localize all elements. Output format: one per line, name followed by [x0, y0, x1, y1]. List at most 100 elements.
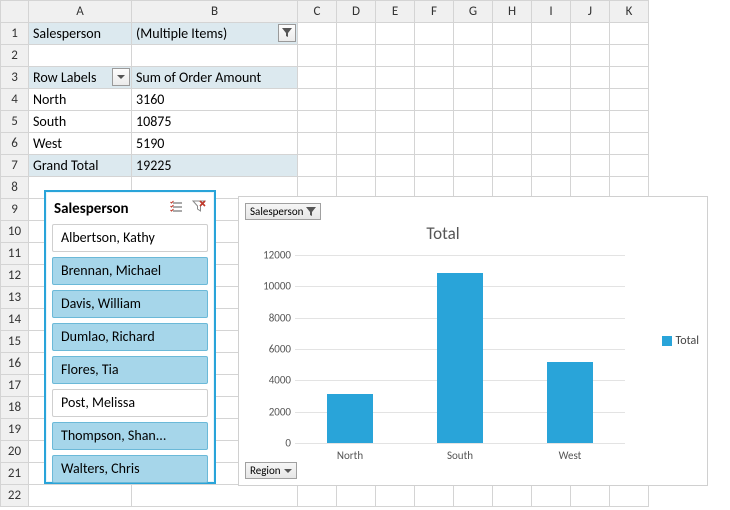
row-header-12[interactable]: 12 [1, 265, 29, 287]
cell-D2[interactable] [337, 45, 376, 67]
cell-D4[interactable] [337, 89, 376, 111]
cell-G4[interactable] [454, 89, 493, 111]
select-all-cell[interactable] [1, 1, 29, 23]
cell-H7[interactable] [493, 155, 532, 177]
row-header-13[interactable]: 13 [1, 287, 29, 309]
cell-I4[interactable] [532, 89, 571, 111]
cell-K6[interactable] [610, 133, 649, 155]
cell-F5[interactable] [415, 111, 454, 133]
cell-F6[interactable] [415, 133, 454, 155]
clear-filter-icon[interactable] [192, 200, 206, 218]
cell-A2[interactable] [29, 45, 132, 67]
cell-G5[interactable] [454, 111, 493, 133]
cell-C6[interactable] [298, 133, 337, 155]
slicer-salesperson[interactable]: Salesperson Albertson, KathyBrennan, Mic… [44, 190, 216, 484]
bar-south[interactable] [437, 273, 483, 443]
cell-B1[interactable]: (Multiple Items) [132, 23, 298, 45]
cell-E5[interactable] [376, 111, 415, 133]
filter-dropdown-icon[interactable] [278, 24, 296, 42]
cell-F2[interactable] [415, 45, 454, 67]
cell-A3[interactable]: Row Labels [29, 67, 132, 89]
cell-E2[interactable] [376, 45, 415, 67]
cell-I22[interactable] [532, 485, 571, 507]
column-header-D[interactable]: D [337, 1, 376, 23]
cell-J6[interactable] [571, 133, 610, 155]
cell-A22[interactable] [29, 485, 132, 507]
cell-I3[interactable] [532, 67, 571, 89]
cell-K2[interactable] [610, 45, 649, 67]
pivot-chart[interactable]: Salesperson Total 0200040006000800010000… [238, 196, 708, 486]
cell-G22[interactable] [454, 485, 493, 507]
slicer-item-0[interactable]: Albertson, Kathy [52, 224, 208, 252]
chart-filter-button-salesperson[interactable]: Salesperson [245, 203, 321, 220]
cell-H4[interactable] [493, 89, 532, 111]
cell-A6[interactable]: West [29, 133, 132, 155]
multi-select-icon[interactable] [170, 200, 186, 218]
slicer-item-5[interactable]: Post, Melissa [52, 389, 208, 417]
row-header-2[interactable]: 2 [1, 45, 29, 67]
row-header-20[interactable]: 20 [1, 441, 29, 463]
row-header-7[interactable]: 7 [1, 155, 29, 177]
slicer-item-3[interactable]: Dumlao, Richard [52, 323, 208, 351]
cell-E1[interactable] [376, 23, 415, 45]
cell-J7[interactable] [571, 155, 610, 177]
row-header-15[interactable]: 15 [1, 331, 29, 353]
cell-B22[interactable] [132, 485, 298, 507]
cell-H1[interactable] [493, 23, 532, 45]
cell-J4[interactable] [571, 89, 610, 111]
cell-G7[interactable] [454, 155, 493, 177]
row-header-17[interactable]: 17 [1, 375, 29, 397]
cell-B4[interactable]: 3160 [132, 89, 298, 111]
cell-D22[interactable] [337, 485, 376, 507]
column-header-B[interactable]: B [132, 1, 298, 23]
row-header-14[interactable]: 14 [1, 309, 29, 331]
bar-north[interactable] [327, 394, 373, 444]
chart-axis-button-region[interactable]: Region [245, 462, 297, 479]
cell-K4[interactable] [610, 89, 649, 111]
column-header-C[interactable]: C [298, 1, 337, 23]
row-header-21[interactable]: 21 [1, 463, 29, 485]
column-header-F[interactable]: F [415, 1, 454, 23]
cell-C5[interactable] [298, 111, 337, 133]
cell-J2[interactable] [571, 45, 610, 67]
column-header-J[interactable]: J [571, 1, 610, 23]
cell-B2[interactable] [132, 45, 298, 67]
row-header-4[interactable]: 4 [1, 89, 29, 111]
cell-D3[interactable] [337, 67, 376, 89]
cell-D7[interactable] [337, 155, 376, 177]
cell-K5[interactable] [610, 111, 649, 133]
row-header-3[interactable]: 3 [1, 67, 29, 89]
column-header-H[interactable]: H [493, 1, 532, 23]
cell-H3[interactable] [493, 67, 532, 89]
cell-B6[interactable]: 5190 [132, 133, 298, 155]
cell-A1[interactable]: Salesperson [29, 23, 132, 45]
column-header-K[interactable]: K [610, 1, 649, 23]
slicer-item-2[interactable]: Davis, William [52, 290, 208, 318]
cell-D5[interactable] [337, 111, 376, 133]
column-header-E[interactable]: E [376, 1, 415, 23]
cell-C7[interactable] [298, 155, 337, 177]
cell-H22[interactable] [493, 485, 532, 507]
cell-F22[interactable] [415, 485, 454, 507]
cell-C2[interactable] [298, 45, 337, 67]
cell-C22[interactable] [298, 485, 337, 507]
cell-F1[interactable] [415, 23, 454, 45]
cell-C3[interactable] [298, 67, 337, 89]
column-header-I[interactable]: I [532, 1, 571, 23]
cell-A7[interactable]: Grand Total [29, 155, 132, 177]
cell-G6[interactable] [454, 133, 493, 155]
cell-J1[interactable] [571, 23, 610, 45]
cell-I2[interactable] [532, 45, 571, 67]
cell-A5[interactable]: South [29, 111, 132, 133]
cell-I1[interactable] [532, 23, 571, 45]
cell-E6[interactable] [376, 133, 415, 155]
column-header-G[interactable]: G [454, 1, 493, 23]
cell-H6[interactable] [493, 133, 532, 155]
slicer-item-4[interactable]: Flores, Tia [52, 356, 208, 384]
row-header-1[interactable]: 1 [1, 23, 29, 45]
cell-I5[interactable] [532, 111, 571, 133]
bar-west[interactable] [547, 362, 593, 443]
cell-J3[interactable] [571, 67, 610, 89]
cell-E7[interactable] [376, 155, 415, 177]
cell-I6[interactable] [532, 133, 571, 155]
